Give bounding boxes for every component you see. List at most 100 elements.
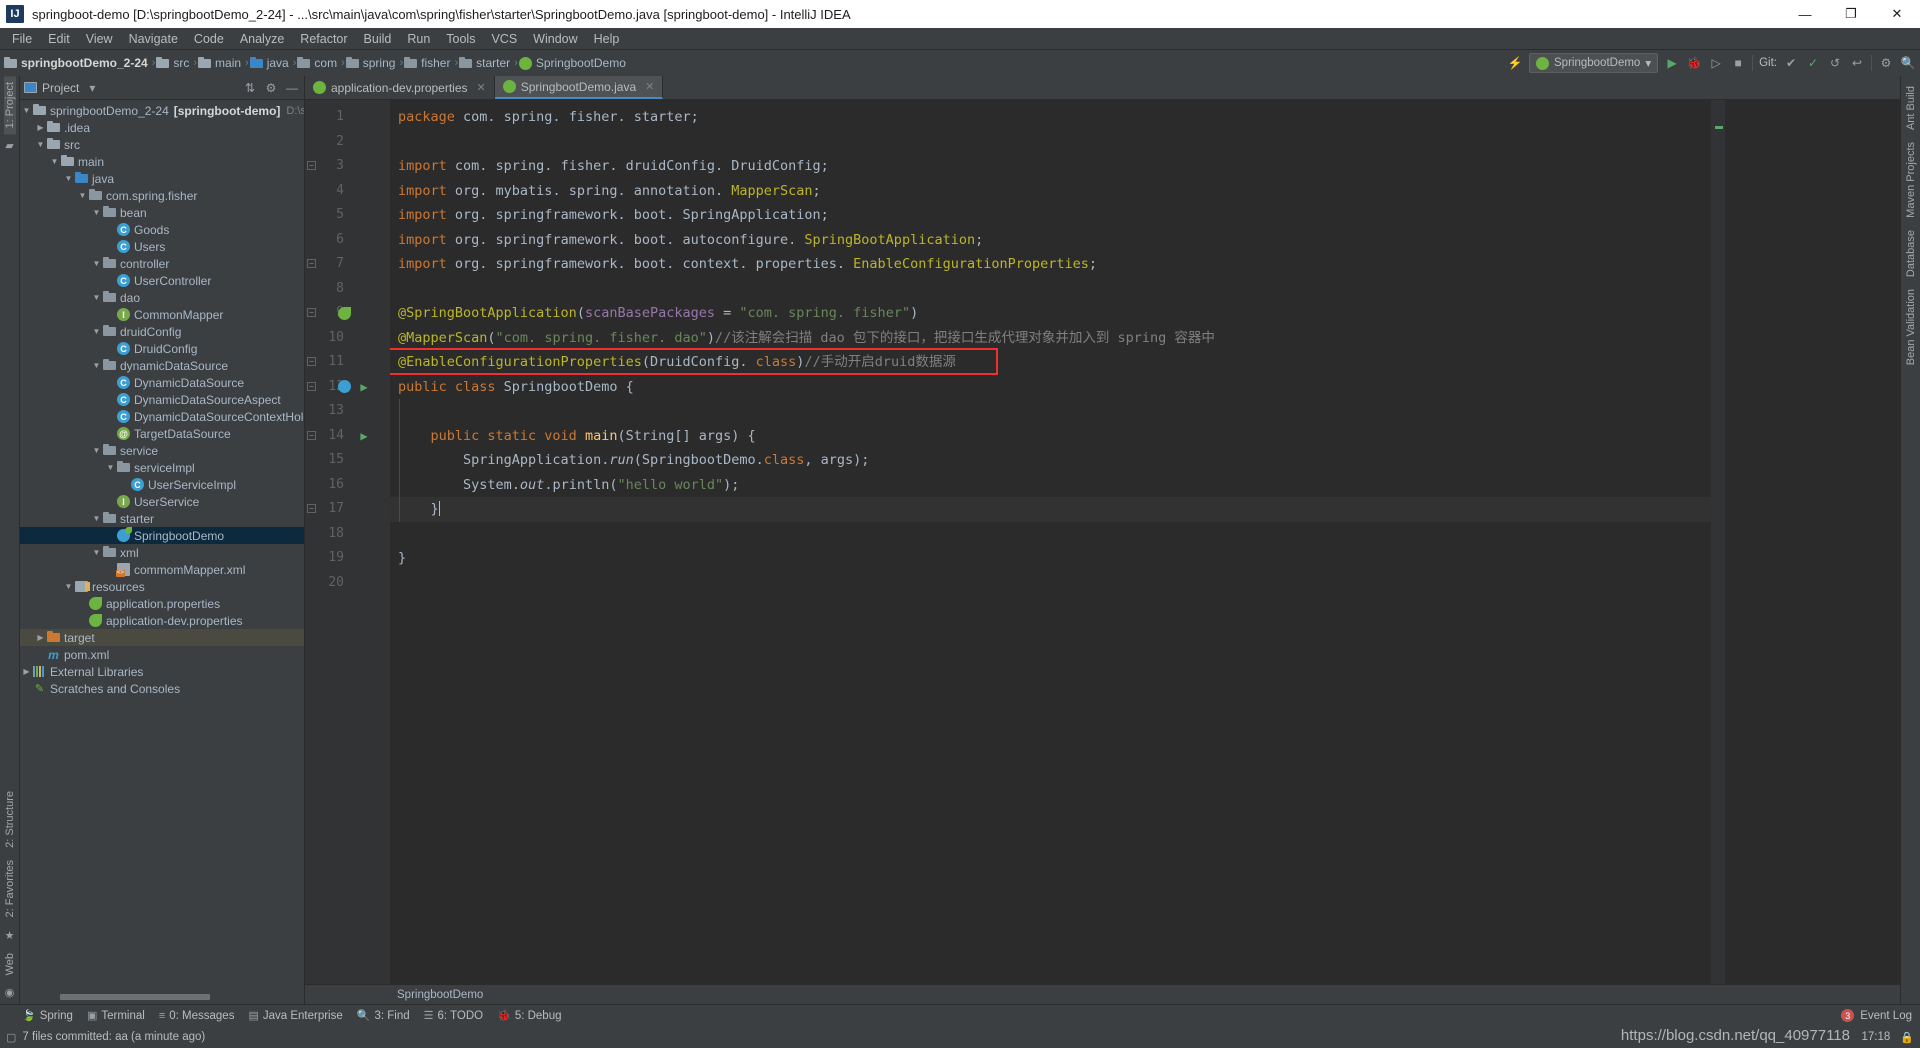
- chevron-down-icon[interactable]: ▼: [76, 191, 89, 200]
- menu-run[interactable]: Run: [399, 30, 438, 48]
- close-button[interactable]: ✕: [1874, 0, 1920, 28]
- sidebar-item-database[interactable]: Database: [1905, 224, 1917, 283]
- tree-node-commonmapper[interactable]: I CommonMapper: [20, 306, 304, 323]
- tree-node-userservice[interactable]: I UserService: [20, 493, 304, 510]
- tab-application-dev-properties[interactable]: application-dev.properties ✕: [305, 76, 495, 99]
- fold-marker[interactable]: −: [307, 308, 316, 317]
- sidebar-item-bean-validation[interactable]: Bean Validation: [1905, 283, 1917, 371]
- menu-build[interactable]: Build: [356, 30, 400, 48]
- event-log-button[interactable]: 3 Event Log: [1841, 1009, 1912, 1022]
- search-icon[interactable]: 🔍: [1900, 55, 1916, 71]
- close-icon[interactable]: ✕: [477, 81, 486, 94]
- spring-bean-gutter-icon[interactable]: [333, 301, 355, 326]
- editor-breadcrumb[interactable]: SpringbootDemo: [305, 984, 1900, 1004]
- tree-node-target[interactable]: ▶ target: [20, 629, 304, 646]
- debug-button[interactable]: 🐞: [1686, 55, 1702, 71]
- sidebar-item-ant-build[interactable]: Ant Build: [1905, 80, 1917, 136]
- chevron-down-icon[interactable]: ▼: [90, 208, 103, 217]
- breadcrumb-spring[interactable]: spring ›: [345, 56, 404, 70]
- tree-node-starter[interactable]: ▼ starter: [20, 510, 304, 527]
- code-line[interactable]: import org. springframework. boot. conte…: [398, 252, 1097, 277]
- fold-marker[interactable]: −: [307, 161, 316, 170]
- menu-refactor[interactable]: Refactor: [292, 30, 355, 48]
- chevron-down-icon[interactable]: ▼: [90, 514, 103, 523]
- tree-node-users[interactable]: C Users: [20, 238, 304, 255]
- menu-view[interactable]: View: [78, 30, 121, 48]
- breadcrumb-module[interactable]: springbootDemo_2-24 ›: [4, 56, 156, 70]
- fold-marker[interactable]: −: [307, 504, 316, 513]
- run-button[interactable]: ▶: [1664, 55, 1680, 71]
- code-editor[interactable]: package com. spring. fisher. starter; imp…: [390, 100, 1711, 984]
- fold-marker[interactable]: −: [307, 430, 316, 440]
- update-project-icon[interactable]: ✔: [1783, 55, 1799, 71]
- tree-node-java[interactable]: ▼ java: [20, 170, 304, 187]
- menu-code[interactable]: Code: [186, 30, 232, 48]
- chevron-down-icon[interactable]: ▼: [90, 361, 103, 370]
- code-line[interactable]: package com. spring. fisher. starter;: [398, 105, 699, 130]
- chevron-down-icon[interactable]: ▼: [62, 174, 75, 183]
- chevron-down-icon[interactable]: ▼: [20, 106, 33, 115]
- breadcrumb-java[interactable]: java ›: [249, 56, 298, 70]
- chevron-down-icon[interactable]: ▼: [90, 293, 103, 302]
- close-icon[interactable]: ✕: [645, 80, 654, 93]
- tree-node-pom-xml[interactable]: m pom.xml: [20, 646, 304, 663]
- sidebar-item-web[interactable]: Web: [4, 947, 16, 981]
- caret-position[interactable]: 17:18: [1862, 1031, 1891, 1043]
- tree-node-userserviceimpl[interactable]: C UserServiceImpl: [20, 476, 304, 493]
- stop-button[interactable]: ■: [1730, 55, 1746, 71]
- chevron-down-icon[interactable]: ▼: [62, 582, 75, 591]
- tree-node-xml[interactable]: ▼ xml: [20, 544, 304, 561]
- tree-node-service[interactable]: ▼ service: [20, 442, 304, 459]
- chevron-down-icon[interactable]: ▼: [34, 140, 47, 149]
- sidebar-item-project[interactable]: 1: Project: [3, 76, 16, 135]
- star-icon[interactable]: ★: [5, 924, 15, 947]
- run-gutter-icon[interactable]: ▶: [353, 375, 375, 400]
- tree-node-bean[interactable]: ▼ bean: [20, 204, 304, 221]
- fold-marker[interactable]: −: [307, 381, 316, 391]
- chevron-right-icon[interactable]: ▶: [20, 667, 33, 676]
- chevron-right-icon[interactable]: ▶: [34, 123, 47, 132]
- code-line[interactable]: import com. spring. fisher. druidConfig.…: [398, 154, 829, 179]
- code-line[interactable]: }: [398, 497, 440, 522]
- gear-icon[interactable]: ⚙: [263, 81, 279, 95]
- tree-node-goods[interactable]: C Goods: [20, 221, 304, 238]
- code-line[interactable]: public class SpringbootDemo {: [398, 375, 634, 400]
- tree-node-dynamicdatasource[interactable]: C DynamicDataSource: [20, 374, 304, 391]
- chevron-down-icon[interactable]: ▼: [104, 463, 117, 472]
- toolwindow-find[interactable]: 🔍 3: Find: [357, 1009, 410, 1023]
- code-line[interactable]: @MapperScan("com. spring. fisher. dao")/…: [398, 326, 1215, 351]
- chevron-down-icon[interactable]: ▾: [84, 81, 100, 95]
- maximize-button[interactable]: ❐: [1828, 0, 1874, 28]
- menu-navigate[interactable]: Navigate: [121, 30, 186, 48]
- chevron-down-icon[interactable]: ▼: [90, 548, 103, 557]
- tree-node-dynamicdatasourceaspect[interactable]: C DynamicDataSourceAspect: [20, 391, 304, 408]
- tree-node-springbootdemo-2-24[interactable]: ▼ springbootDemo_2-24 [springboot-demo] D:\…: [20, 102, 304, 119]
- toolwindow-messages[interactable]: ≡ 0: Messages: [159, 1010, 235, 1022]
- rollback-icon[interactable]: ↩: [1849, 55, 1865, 71]
- toolwindow-todo[interactable]: ☰ 6: TODO: [424, 1009, 483, 1023]
- tree-node-serviceimpl[interactable]: ▼ serviceImpl: [20, 459, 304, 476]
- menu-help[interactable]: Help: [586, 30, 628, 48]
- toolwindow-debug[interactable]: 🐞 5: Debug: [497, 1009, 561, 1023]
- tree-node-targetdatasource[interactable]: @ TargetDataSource: [20, 425, 304, 442]
- breadcrumb-main[interactable]: main ›: [198, 56, 250, 70]
- tree-node--idea[interactable]: ▶ .idea: [20, 119, 304, 136]
- tree-node-main[interactable]: ▼ main: [20, 153, 304, 170]
- sidebar-item-favorites[interactable]: 2: Favorites: [4, 854, 16, 923]
- lock-icon[interactable]: 🔒: [1900, 1031, 1914, 1044]
- history-icon[interactable]: ↺: [1827, 55, 1843, 71]
- settings-icon[interactable]: ⚙: [1878, 55, 1894, 71]
- collapse-all-icon[interactable]: ⇅: [242, 81, 258, 95]
- chevron-down-icon[interactable]: ▼: [48, 157, 61, 166]
- sidebar-item-maven-projects[interactable]: Maven Projects: [1905, 136, 1917, 224]
- menu-tools[interactable]: Tools: [438, 30, 483, 48]
- toolwindow-spring[interactable]: 🍃 Spring: [22, 1009, 73, 1023]
- breadcrumb-src[interactable]: src ›: [156, 56, 198, 70]
- breadcrumb-class[interactable]: SpringbootDemo: [518, 56, 629, 70]
- chevron-right-icon[interactable]: ▶: [34, 633, 47, 642]
- tree-node-controller[interactable]: ▼ controller: [20, 255, 304, 272]
- code-line[interactable]: @SpringBootApplication(scanBasePackages …: [398, 301, 918, 326]
- commit-icon[interactable]: ✓: [1805, 55, 1821, 71]
- code-line[interactable]: System.out.println("hello world");: [398, 473, 739, 498]
- search-everywhere-icon[interactable]: ⚡: [1507, 55, 1523, 71]
